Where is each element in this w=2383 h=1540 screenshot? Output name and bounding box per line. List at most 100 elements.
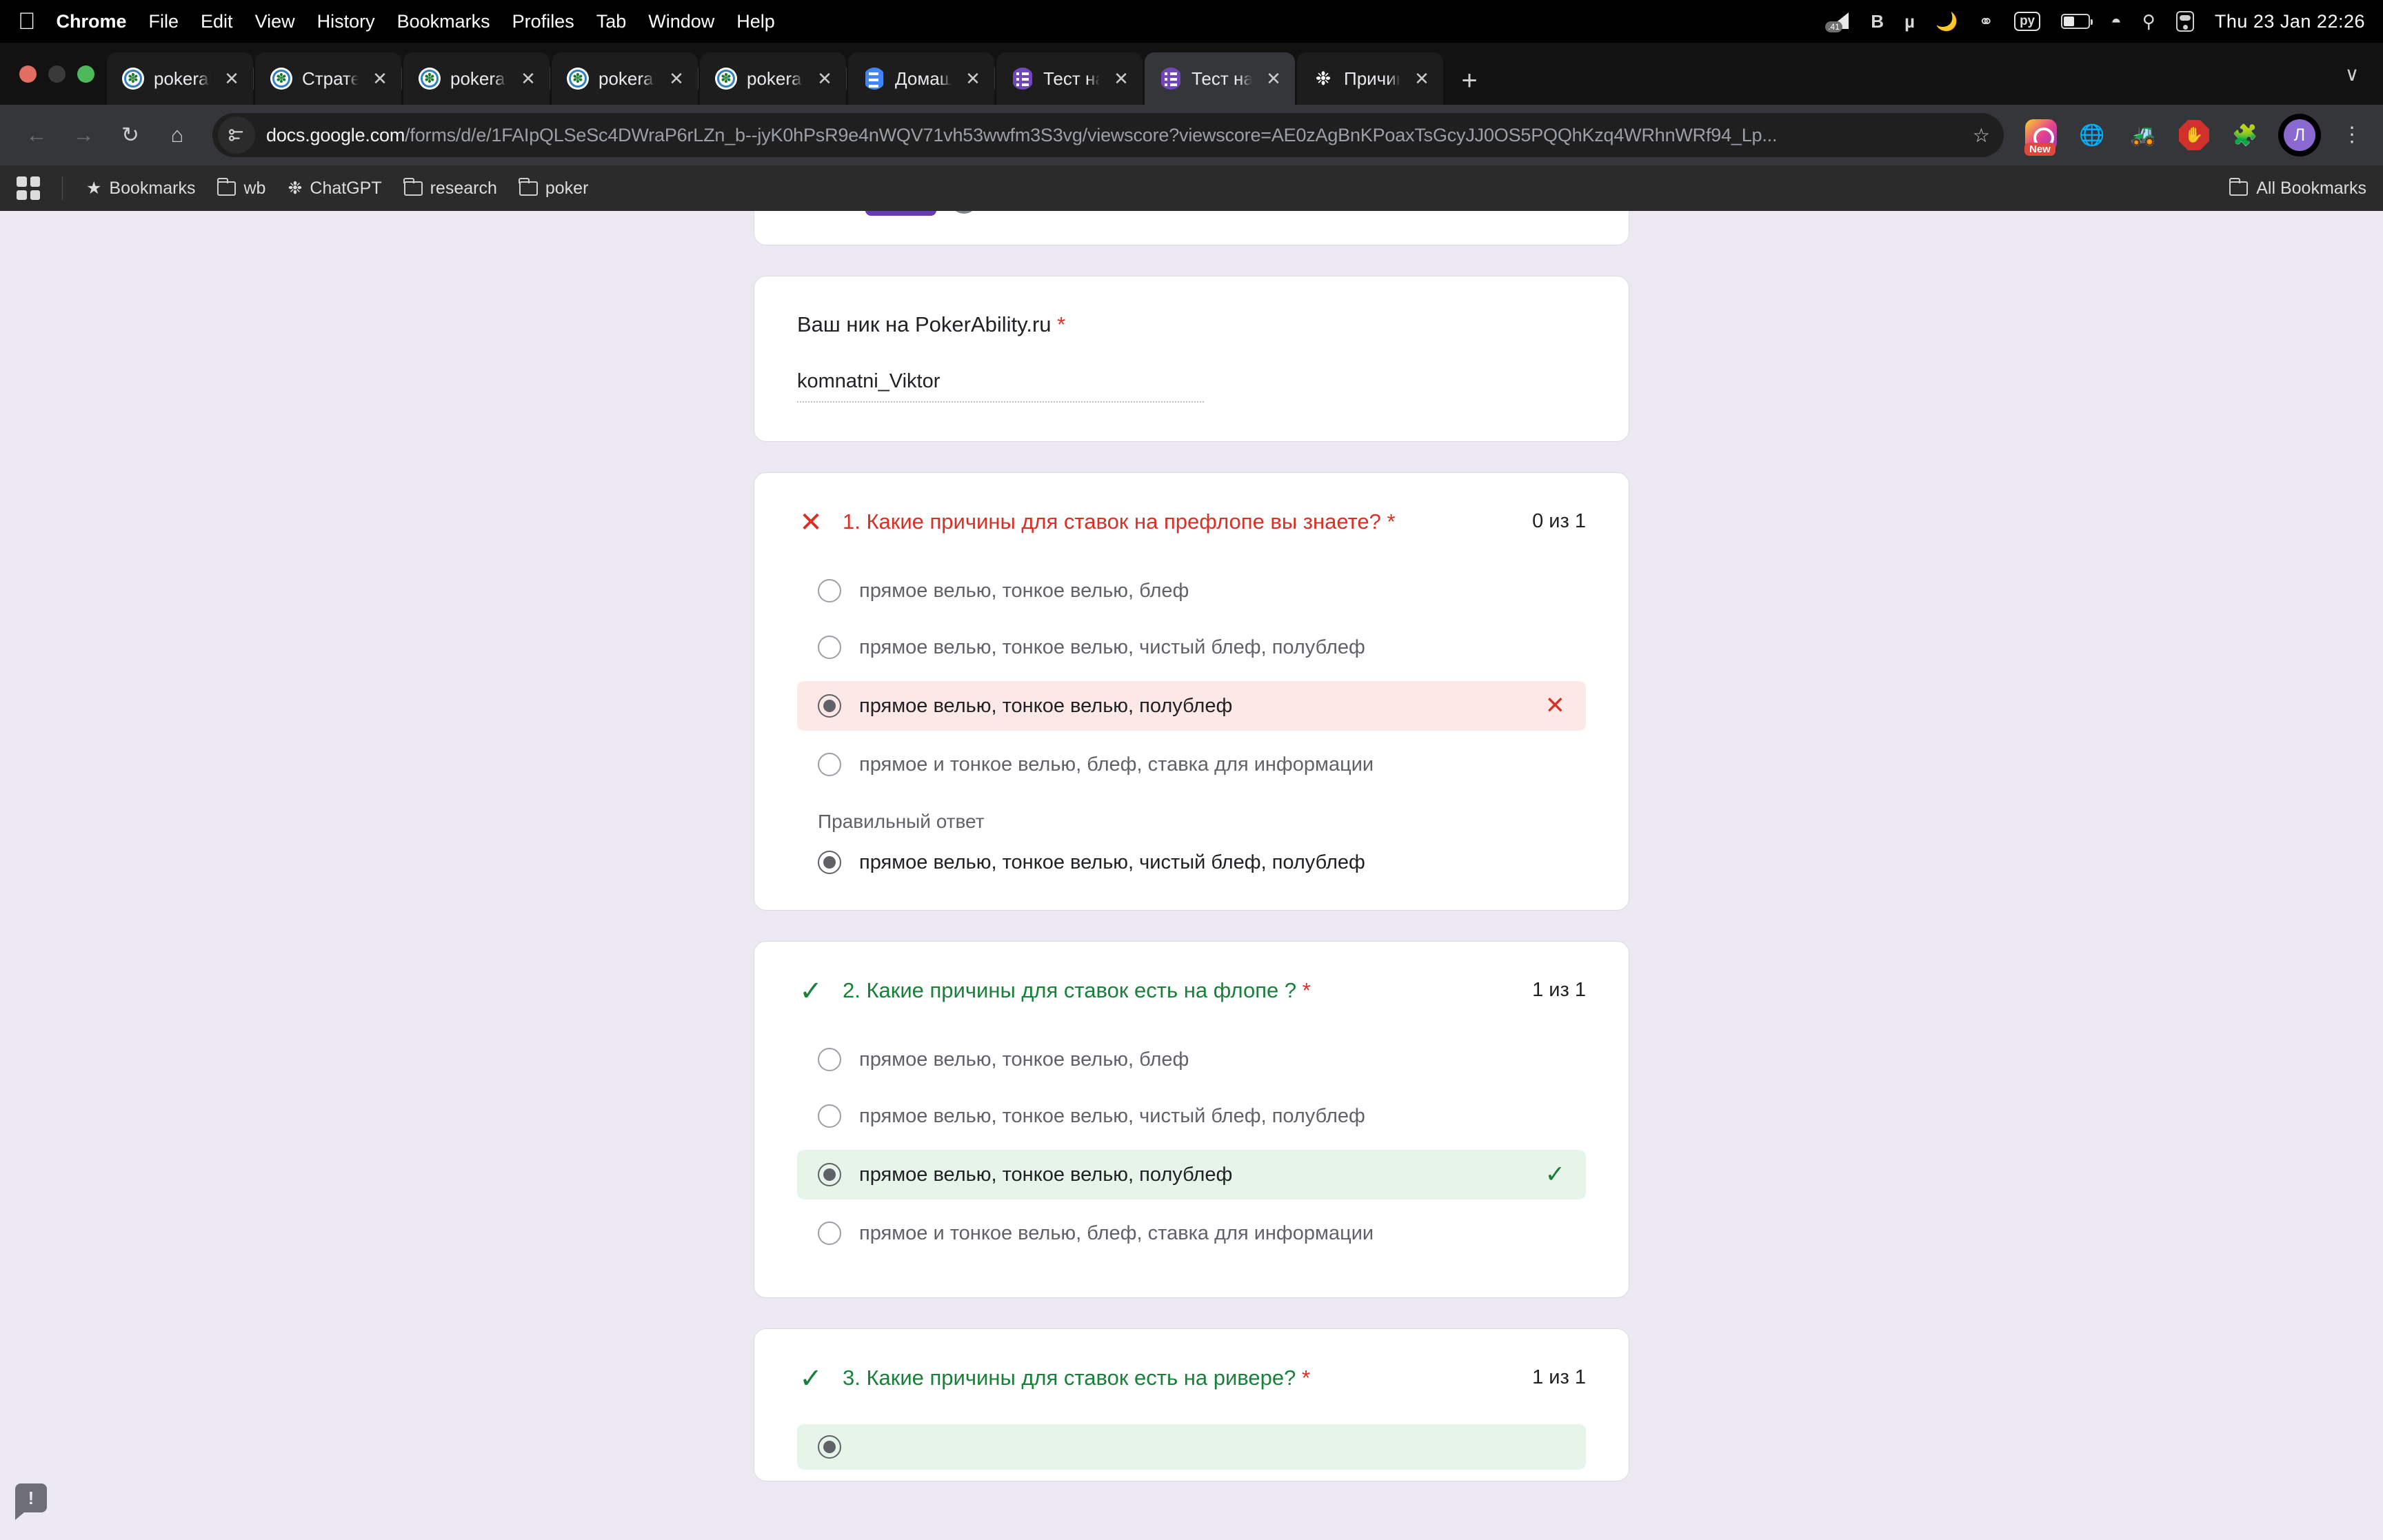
option-row[interactable]: прямое велью, тонкое велью, чистый блеф,… [797, 1093, 1586, 1139]
window-minimize-button[interactable] [48, 65, 66, 83]
browser-tab[interactable]: pokerability.net/s ✕ [550, 52, 698, 105]
browser-tab[interactable]: pokerability.net/s ✕ [698, 52, 846, 105]
browser-tab[interactable]: ❉ Причины ставок ✕ [1297, 52, 1443, 105]
browser-toolbar: ← → ↻ ⌂ docs.google.com/forms/d/e/1FAIpQ… [0, 105, 2383, 165]
bookmark-label: wb [243, 178, 266, 198]
browser-tab[interactable]: Стратегия ✕ [253, 52, 401, 105]
menu-help[interactable]: Help [736, 11, 775, 32]
option-row[interactable]: прямое велью, тонкое велью, чистый блеф,… [797, 625, 1586, 670]
control-center-icon[interactable] [2175, 11, 2194, 32]
question-text: Какие причины для ставок есть на флопе ? [866, 978, 1297, 1002]
tab-close-icon[interactable]: ✕ [1410, 68, 1434, 90]
radio-button[interactable] [818, 579, 841, 602]
menu-file[interactable]: File [149, 11, 179, 32]
option-row-selected-correct[interactable]: прямое велью, тонкое велью, полублеф ✓ [797, 1150, 1586, 1199]
menu-window[interactable]: Window [648, 11, 714, 32]
tab-close-icon[interactable]: ✕ [516, 68, 540, 90]
radio-button-selected[interactable] [818, 1163, 841, 1186]
browser-tab[interactable]: Тест на знание ф ✕ [994, 52, 1143, 105]
browser-tab[interactable]: pokerability.net/s ✕ [107, 52, 253, 105]
menu-profiles[interactable]: Profiles [512, 11, 574, 32]
radio-button[interactable] [818, 753, 841, 776]
back-button[interactable]: ← [15, 114, 58, 156]
help-icon[interactable]: ? [949, 211, 978, 214]
bookmark-item-chatgpt[interactable]: ❉ ChatGPT [279, 174, 390, 203]
pokerability-icon [419, 68, 441, 90]
browser-tab[interactable]: Домашние задан ✕ [846, 52, 994, 105]
spotlight-search-icon[interactable]: ⚲ [2142, 11, 2155, 32]
option-row[interactable]: прямое велью, тонкое велью, блеф [797, 1037, 1586, 1082]
menu-history[interactable]: History [317, 11, 375, 32]
home-button[interactable]: ⌂ [156, 114, 199, 156]
menu-chrome[interactable]: Chrome [57, 11, 127, 32]
tractor-extension-icon[interactable]: 🚜 [2125, 117, 2161, 153]
nickname-input[interactable]: komnatni_Viktor [797, 370, 1204, 403]
wifi-icon[interactable]: ◓ [2111, 11, 2122, 32]
site-info-icon[interactable] [218, 116, 255, 154]
correct-answer-check-icon: ✓ [799, 1364, 823, 1394]
radio-button[interactable] [818, 1048, 841, 1071]
signal-strength-icon[interactable]: .41 [1825, 12, 1850, 32]
new-tab-button[interactable]: + [1445, 57, 1494, 105]
bookmark-star-icon[interactable]: ☆ [1973, 124, 1990, 147]
tab-close-icon[interactable]: ✕ [961, 68, 985, 90]
globe-translate-icon[interactable]: 🌐 [2074, 117, 2110, 153]
airpods-icon[interactable]: ⚭ [1978, 11, 1993, 32]
radio-button[interactable] [818, 1222, 841, 1245]
menu-tab[interactable]: Tab [596, 11, 627, 32]
bookmark-label: poker [545, 178, 589, 198]
tab-close-icon[interactable]: ✕ [220, 68, 243, 90]
adblock-stop-icon[interactable]: ✋ [2176, 117, 2212, 153]
tab-close-icon[interactable]: ✕ [665, 68, 688, 90]
profile-avatar[interactable]: Л [2278, 114, 2321, 156]
tab-close-icon[interactable]: ✕ [1109, 68, 1133, 90]
apps-grid-icon[interactable] [17, 176, 40, 200]
battery-icon[interactable] [2061, 14, 2093, 29]
tab-close-icon[interactable]: ✕ [368, 68, 392, 90]
apple-logo-icon[interactable]:  [18, 10, 36, 33]
tab-title: pokerability.net/s [599, 68, 655, 89]
tab-close-icon[interactable]: ✕ [1262, 68, 1285, 90]
camera-extension-icon[interactable]: New [2023, 117, 2059, 156]
chrome-menu-kebab-icon[interactable]: ⋮ [2336, 125, 2368, 145]
exclamation-icon: ! [28, 1488, 34, 1508]
question-card-3: ✓ 3. Какие причины для ставок есть на ри… [754, 1328, 1629, 1481]
radio-button-selected[interactable] [818, 1435, 841, 1459]
radio-button[interactable] [818, 1104, 841, 1128]
bookmark-item-wb[interactable]: wb [209, 174, 274, 203]
question-card-2: ✓ 2. Какие причины для ставок есть на фл… [754, 941, 1629, 1298]
report-issue-button[interactable]: ! [15, 1483, 47, 1520]
bookmark-item-bookmarks[interactable]: ★ Bookmarks [78, 174, 203, 203]
option-row-selected-wrong[interactable]: прямое велью, тонкое велью, полублеф ✕ [797, 681, 1586, 731]
radio-button-selected[interactable] [818, 694, 841, 718]
menu-edit[interactable]: Edit [201, 11, 233, 32]
radio-button[interactable] [818, 636, 841, 659]
menu-view[interactable]: View [255, 11, 295, 32]
puzzle-extensions-icon[interactable]: 🧩 [2227, 117, 2263, 153]
tab-close-icon[interactable]: ✕ [813, 68, 836, 90]
mu-torrent-icon[interactable]: µ [1904, 11, 1915, 32]
do-not-disturb-moon-icon[interactable]: 🌙 [1935, 11, 1958, 32]
browser-tab-active[interactable]: Тест на знание ф ✕ [1145, 52, 1295, 105]
option-row[interactable]: прямое велью, тонкое велью, блеф [797, 568, 1586, 614]
reload-button[interactable]: ↻ [109, 114, 152, 156]
option-row[interactable]: прямое и тонкое велью, блеф, ставка для … [797, 1210, 1586, 1256]
bluetooth-icon[interactable]: B [1871, 11, 1884, 32]
browser-tab[interactable]: pokerability.net/s ✕ [401, 52, 550, 105]
folder-icon [403, 177, 423, 196]
window-close-button[interactable] [19, 65, 37, 83]
option-row[interactable]: прямое и тонкое велью, блеф, ставка для … [797, 742, 1586, 787]
menu-bookmarks[interactable]: Bookmarks [397, 11, 490, 32]
window-controls [14, 43, 107, 105]
question-card-1: ✕ 1. Какие причины для ставок на префлоп… [754, 472, 1629, 911]
tab-search-chevron-down-icon[interactable]: ∨ [2321, 43, 2383, 105]
input-language-icon[interactable]: ру [2014, 12, 2041, 31]
bookmark-item-poker[interactable]: poker [511, 174, 597, 203]
forward-button[interactable]: → [62, 114, 105, 156]
all-bookmarks-button[interactable]: All Bookmarks [2229, 177, 2366, 199]
address-bar[interactable]: docs.google.com/forms/d/e/1FAIpQLSeSc4DW… [212, 113, 2004, 157]
option-row-selected-correct[interactable] [797, 1424, 1586, 1470]
window-maximize-button[interactable] [77, 65, 94, 83]
bookmark-item-research[interactable]: research [396, 174, 505, 203]
menu-bar-clock[interactable]: Thu 23 Jan 22:26 [2215, 11, 2365, 32]
